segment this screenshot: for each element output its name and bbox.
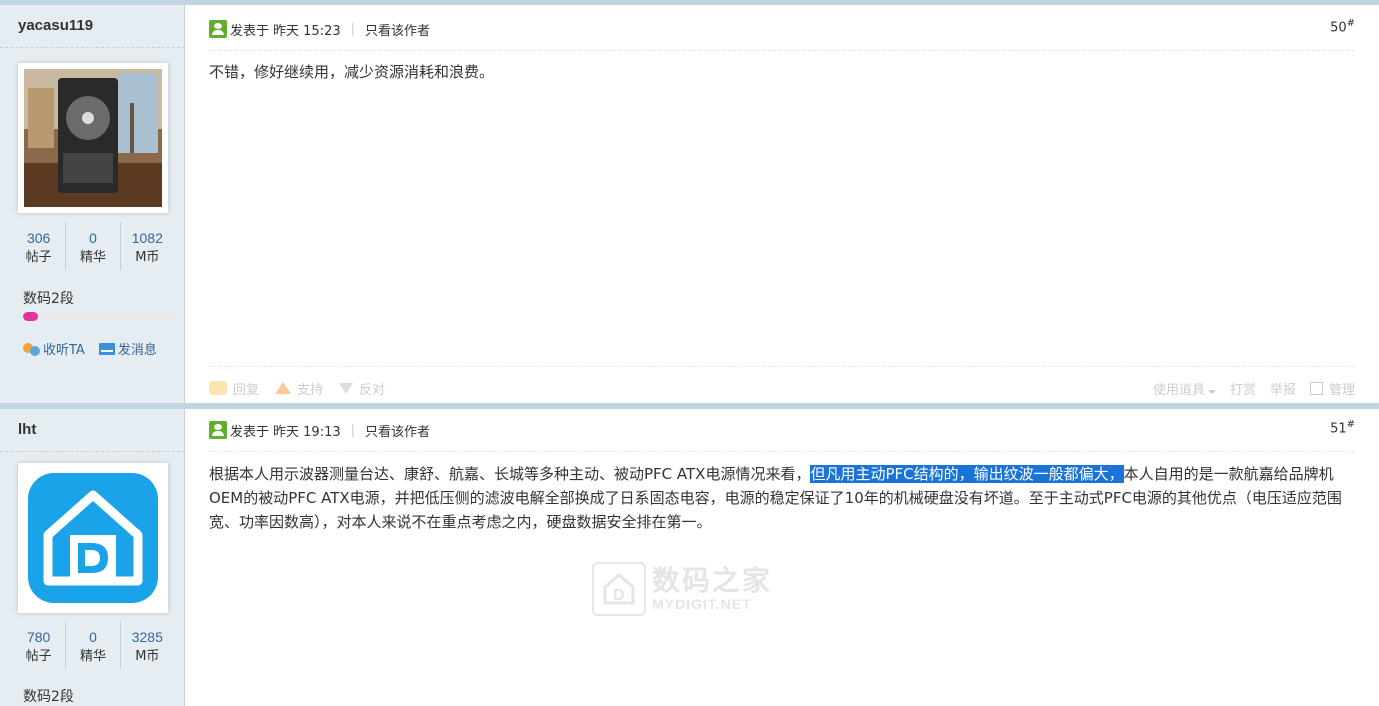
stat-value: 780 — [26, 629, 51, 645]
report-button[interactable]: 举报 — [1270, 379, 1296, 398]
stat-digest[interactable]: 0 精华 — [66, 621, 121, 669]
stat-value: 0 — [89, 230, 97, 246]
post-content: 根据本人用示波器测量台达、康舒、航嘉、长城等多种主动、被动PFC ATX电源情况… — [209, 462, 1355, 534]
divider — [209, 451, 1355, 452]
divider — [0, 47, 185, 48]
hard-drive-photo — [24, 69, 162, 207]
stat-value: 1082 — [131, 230, 163, 246]
stat-coins[interactable]: 1082 M币 — [121, 222, 174, 270]
avatar[interactable] — [18, 463, 168, 613]
watermark-logo-icon: D — [592, 562, 646, 616]
thumbs-up-icon — [275, 382, 292, 394]
svg-text:D: D — [613, 587, 625, 604]
divider — [209, 50, 1355, 51]
stat-value: 3285 — [131, 629, 163, 645]
post-header: 发表于 昨天 15:23 | 只看该作者 — [209, 18, 1355, 40]
posted-time: 昨天 15:23 — [273, 23, 341, 39]
checkbox-icon — [1309, 381, 1323, 395]
message-button[interactable]: 发消息 — [98, 339, 157, 358]
only-author-link[interactable]: 只看该作者 — [365, 421, 430, 440]
stat-label: 精华 — [79, 649, 106, 664]
author-stats: 306 帖子 0 精华 1082 M币 — [12, 222, 174, 270]
posted-time: 昨天 19:13 — [273, 424, 341, 440]
rank-progress-fill — [23, 312, 38, 321]
posted-label: 发表于 — [230, 424, 270, 440]
user-rank[interactable]: 数码2段 — [23, 686, 74, 706]
stat-value: 0 — [89, 629, 97, 645]
follow-label: 收听TA — [43, 343, 85, 358]
tip-button[interactable]: 打赏 — [1230, 379, 1256, 398]
stat-label: 帖子 — [25, 649, 52, 664]
watermark: D 数码之家 MYDIGIT.NET — [592, 562, 772, 616]
manage-label: 管理 — [1328, 382, 1355, 398]
watermark-en: MYDIGIT.NET — [652, 596, 752, 612]
reply-label: 回复 — [233, 382, 260, 398]
post-footer: 回复 支持 反对 使用道具 打赏 举报 管理 — [209, 378, 1355, 398]
oppose-label: 反对 — [359, 382, 386, 398]
thumbs-down-icon — [339, 382, 354, 394]
content-text: 根据本人用示波器测量台达、康舒、航嘉、长城等多种主动、被动PFC ATX电源情况… — [209, 465, 811, 483]
stat-label: 精华 — [79, 250, 106, 265]
floor-sup: # — [1346, 419, 1355, 430]
author-sidebar: yacasu119 306 帖子 0 精华 1082 M币 数码2段 收听TA … — [0, 5, 185, 404]
message-label: 发消息 — [117, 343, 157, 358]
support-button[interactable]: 支持 — [275, 379, 323, 398]
author-actions: 收听TA 发消息 — [23, 339, 157, 358]
app-logo — [18, 463, 168, 613]
floor-number[interactable]: 50# — [1330, 18, 1355, 35]
author-name[interactable]: yacasu119 — [18, 17, 93, 34]
stat-digest[interactable]: 0 精华 — [66, 222, 121, 270]
mail-icon — [98, 342, 115, 355]
selected-text: 但凡用主动PFC结构的，输出纹波一般都偏大， — [810, 465, 1124, 483]
divider — [209, 366, 1355, 367]
post-51: lht 780 帖子 0 精华 3285 M币 数码2段 发表于 昨天 19:1… — [0, 409, 1379, 706]
follow-icon — [23, 342, 40, 356]
separator: | — [350, 21, 356, 37]
posted-label: 发表于 — [230, 23, 270, 39]
stat-label: M币 — [135, 649, 160, 664]
stat-value: 306 — [26, 230, 51, 246]
author-name[interactable]: lht — [18, 421, 36, 438]
floor-sup: # — [1346, 18, 1355, 29]
post-main: 发表于 昨天 19:13 | 只看该作者 51# 根据本人用示波器测量台达、康舒… — [185, 409, 1379, 706]
divider — [0, 451, 185, 452]
stat-label: 帖子 — [25, 250, 52, 265]
floor-number[interactable]: 51# — [1330, 419, 1355, 436]
post-header: 发表于 昨天 19:13 | 只看该作者 — [209, 419, 1355, 441]
post-main: 发表于 昨天 15:23 | 只看该作者 50# 不错，修好继续用，减少资源消耗… — [185, 5, 1379, 404]
post-50: yacasu119 306 帖子 0 精华 1082 M币 数码2段 收听TA … — [0, 5, 1379, 404]
tools-label: 使用道具 — [1152, 382, 1205, 398]
online-user-icon — [209, 20, 227, 38]
tools-menu[interactable]: 使用道具 — [1153, 379, 1216, 398]
floor-value: 51 — [1330, 421, 1347, 437]
rank-progress-bar — [23, 312, 173, 321]
reply-icon — [209, 381, 227, 395]
oppose-button[interactable]: 反对 — [339, 379, 385, 398]
author-sidebar: lht 780 帖子 0 精华 3285 M币 数码2段 — [0, 409, 185, 706]
reply-button[interactable]: 回复 — [209, 379, 259, 398]
user-rank[interactable]: 数码2段 — [23, 288, 74, 308]
online-user-icon — [209, 421, 227, 439]
chevron-down-icon — [1207, 389, 1216, 394]
stat-posts[interactable]: 306 帖子 — [12, 222, 67, 270]
stat-label: M币 — [135, 250, 160, 265]
support-label: 支持 — [297, 382, 324, 398]
stat-coins[interactable]: 3285 M币 — [121, 621, 174, 669]
avatar[interactable] — [18, 63, 168, 213]
author-stats: 780 帖子 0 精华 3285 M币 — [12, 621, 174, 669]
only-author-link[interactable]: 只看该作者 — [365, 20, 430, 39]
separator: | — [350, 422, 356, 438]
follow-button[interactable]: 收听TA — [23, 339, 85, 358]
post-content: 不错，修好继续用，减少资源消耗和浪费。 — [209, 63, 495, 81]
stat-posts[interactable]: 780 帖子 — [12, 621, 67, 669]
manage-checkbox[interactable]: 管理 — [1309, 379, 1355, 398]
floor-value: 50 — [1330, 20, 1347, 36]
watermark-cn: 数码之家 — [652, 564, 773, 597]
